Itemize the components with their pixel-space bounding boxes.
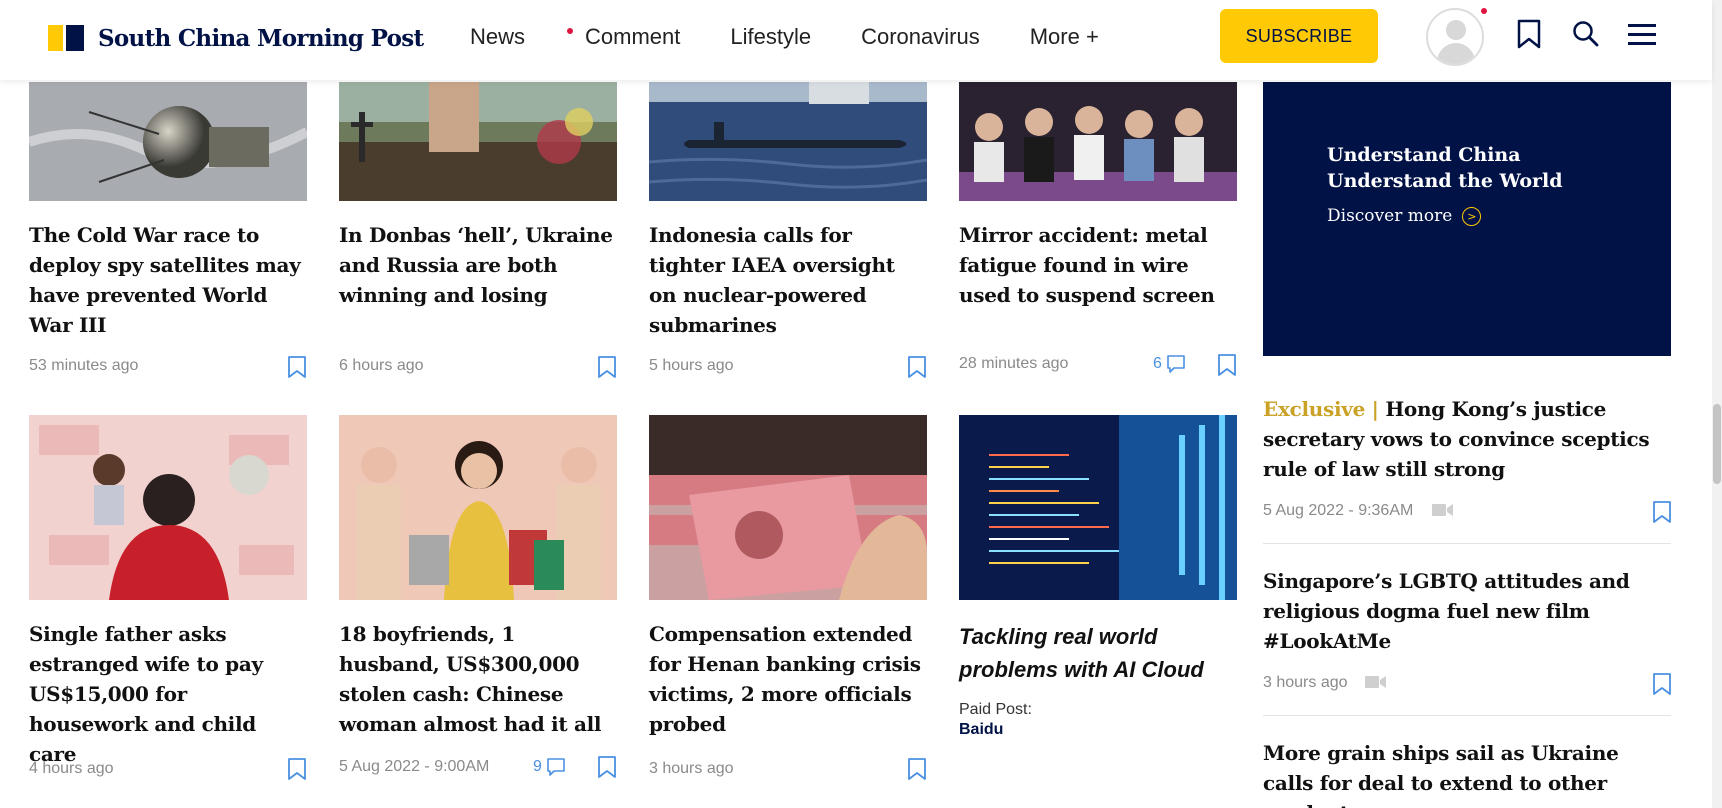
video-icon [1365,675,1387,694]
promo-title: Understand China Understand the World [1327,142,1627,194]
rail-article[interactable]: Exclusive | Hong Kong’s justice secretar… [1263,394,1671,484]
article-title[interactable]: Single father asks estranged wife to pay… [29,619,307,769]
article-image-shopping[interactable] [339,415,617,600]
article-image-father[interactable] [29,415,307,600]
subscribe-button[interactable]: SUBSCRIBE [1220,9,1378,63]
nav-item-coronavirus[interactable]: Coronavirus [861,24,980,50]
paid-post-label: Paid Post: [959,701,1032,718]
article-timestamp: 3 hours ago [649,760,734,777]
article-title[interactable]: Compensation extended for Henan banking … [649,619,927,739]
article-title[interactable]: 18 boyfriends, 1 husband, US$300,000 sto… [339,619,617,739]
article-image-satellite[interactable] [29,82,307,201]
comment-count[interactable]: 6 [1153,354,1186,374]
article-timestamp: 4 hours ago [29,760,114,777]
rail-article-title[interactable]: Exclusive | Hong Kong’s justice secretar… [1263,394,1671,484]
site-header: South China Morning Post News Comment Li… [0,0,1712,80]
comment-icon [1167,355,1185,373]
article-image-submarine[interactable] [649,82,927,201]
nav-item-more[interactable]: More + [1030,24,1099,50]
paid-post-image[interactable] [959,415,1237,600]
bookmark-icon[interactable] [1216,353,1238,377]
exclusive-tag: Exclusive | [1263,397,1379,421]
bookmark-icon[interactable] [1651,672,1673,696]
nav-item-news[interactable]: News [470,24,525,50]
search-icon[interactable] [1572,20,1600,53]
article-image-banknotes[interactable] [649,415,927,600]
rail-article-title[interactable]: Singapore’s LGBTQ attitudes and religiou… [1263,566,1671,656]
nav-item-lifestyle[interactable]: Lifestyle [730,24,811,50]
bookmark-icon[interactable] [906,757,928,781]
bookmark-icon[interactable] [286,355,308,379]
bookmark-icon[interactable] [596,355,618,379]
bookmark-icon[interactable] [1516,18,1542,55]
comment-count-value: 6 [1153,355,1162,372]
rail-article-timestamp: 5 Aug 2022 - 9:36AM [1263,502,1414,519]
article-image-mirror[interactable] [959,82,1237,201]
video-icon [1432,503,1454,522]
article-timestamp: 28 minutes ago [959,355,1069,372]
avatar-icon[interactable] [1426,8,1484,66]
divider [1263,715,1671,716]
page-scrollbar[interactable] [1712,0,1722,808]
news-alert-dot [567,28,574,34]
discover-more-link[interactable]: Discover more > [1327,206,1482,226]
bookmark-icon[interactable] [906,355,928,379]
comment-count-value: 9 [533,758,542,775]
logo-mark-icon [48,25,84,51]
site-logo[interactable]: South China Morning Post [48,24,424,52]
scrollbar-thumb[interactable] [1713,404,1721,484]
bookmark-icon[interactable] [1651,500,1673,524]
nav-item-comment[interactable]: Comment [585,24,680,50]
rail-article-title[interactable]: More grain ships sail as Ukraine calls f… [1263,738,1671,808]
promo-banner[interactable]: Understand China Understand the World Di… [1263,82,1671,356]
article-timestamp: 6 hours ago [339,357,424,374]
bookmark-icon[interactable] [596,755,618,779]
article-timestamp: 5 Aug 2022 - 9:00AM [339,758,490,775]
main-nav: News Comment Lifestyle Coronavirus More … [470,24,1149,50]
bookmark-icon[interactable] [286,757,308,781]
chevron-right-icon: > [1462,206,1482,226]
paid-post-title[interactable]: Tackling real world problems with AI Clo… [959,620,1249,686]
rail-article-timestamp: 3 hours ago [1263,674,1348,691]
discover-more-label: Discover more [1327,206,1453,226]
rail-article[interactable]: More grain ships sail as Ukraine calls f… [1263,738,1671,808]
divider [1263,543,1671,544]
rail-article[interactable]: Singapore’s LGBTQ attitudes and religiou… [1263,566,1671,656]
article-image-donbas[interactable] [339,82,617,201]
article-title[interactable]: Mirror accident: metal fatigue found in … [959,220,1237,310]
comment-count[interactable]: 9 [533,757,566,777]
article-timestamp: 5 hours ago [649,357,734,374]
paid-post-brand[interactable]: Baidu [959,721,1003,739]
article-title[interactable]: In Donbas ‘hell’, Ukraine and Russia are… [339,220,617,310]
promo-line-1: Understand China [1327,144,1521,166]
menu-icon[interactable] [1628,22,1656,51]
article-title[interactable]: Indonesia calls for tighter IAEA oversig… [649,220,927,340]
promo-line-2: Understand the World [1327,170,1563,192]
article-timestamp: 53 minutes ago [29,357,139,374]
logo-text: South China Morning Post [98,24,424,52]
notification-dot [1481,8,1487,14]
comment-icon [547,758,565,776]
article-title[interactable]: The Cold War race to deploy spy satellit… [29,220,307,340]
